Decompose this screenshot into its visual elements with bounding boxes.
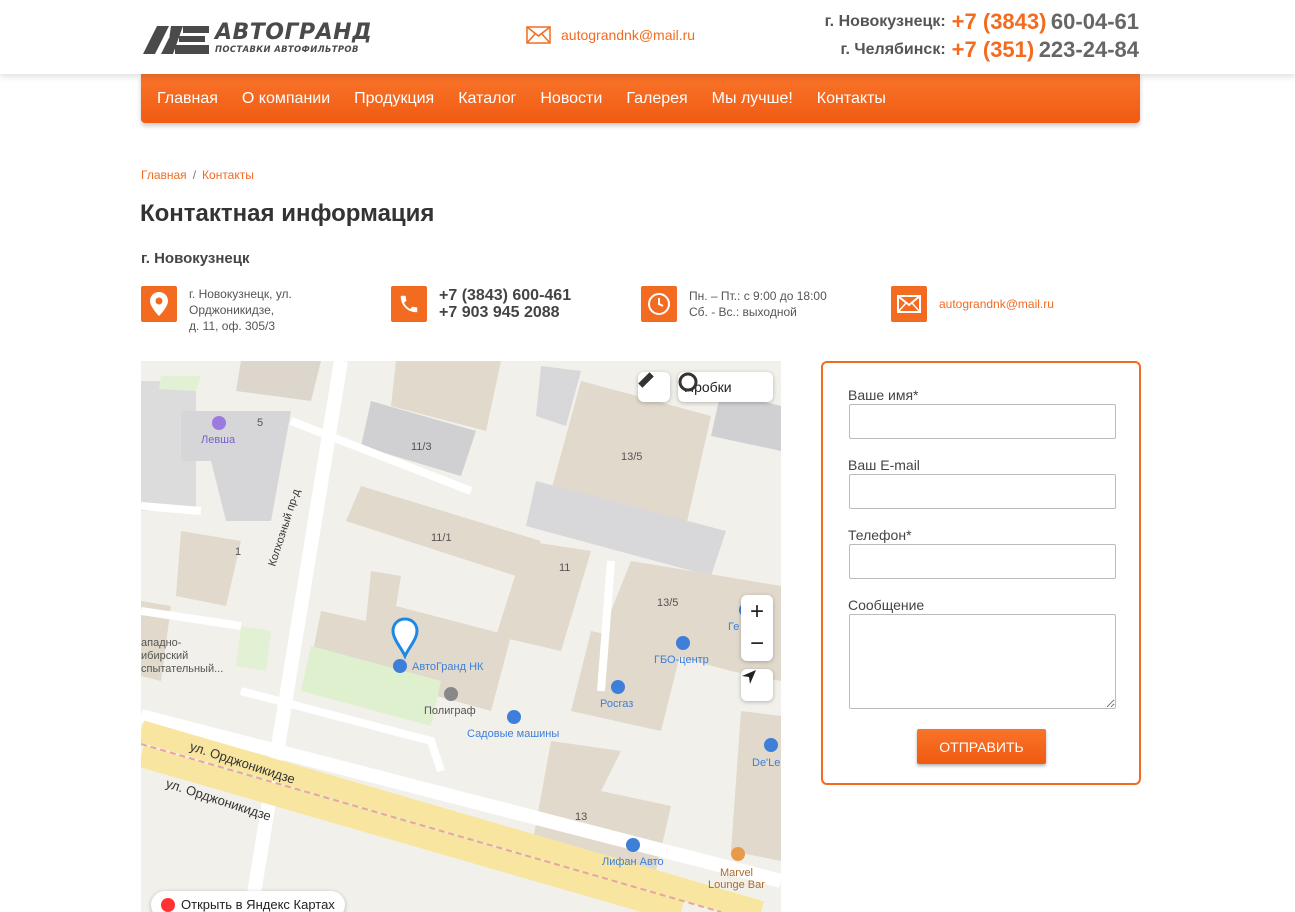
yandex-maps-icon <box>161 898 175 912</box>
header-phone-chelyabinsk[interactable]: г. Челябинск: +7 (351) 223-24-84 <box>825 36 1139 64</box>
name-label: Ваше имя* <box>848 387 919 403</box>
svg-text:1: 1 <box>235 546 241 558</box>
map-poi-label: Полиграф <box>424 705 476 717</box>
map[interactable]: 5 11/3 13/5 11/1 11 13/5 1 13 Колхозный … <box>141 361 781 912</box>
map-poi-label: Росгаз <box>600 698 633 710</box>
envelope-icon <box>891 286 927 322</box>
zoom-out-button[interactable]: − <box>750 628 764 660</box>
map-poi-label: Лифан Авто <box>602 856 664 868</box>
open-in-yandex-label: Открыть в Яндекс Картах <box>181 897 335 912</box>
clock-icon <box>641 286 677 322</box>
map-poi-label: Левша <box>201 434 236 446</box>
map-traffic-button[interactable]: Пробки <box>678 372 773 402</box>
contact-phone[interactable]: +7 (3843) 600-461 <box>439 287 571 304</box>
map-poi-label: ападно- <box>141 637 182 649</box>
map-ruler-button[interactable] <box>638 372 670 402</box>
contact-phones: +7 (3843) 600-461 +7 903 945 2088 <box>391 286 571 322</box>
svg-text:11/1: 11/1 <box>431 532 452 544</box>
main-nav: Главная О компании Продукция Каталог Нов… <box>141 74 1140 123</box>
breadcrumb: Главная / Контакты <box>141 168 254 182</box>
email-input[interactable] <box>849 474 1116 509</box>
nav-item-gallery[interactable]: Галерея <box>626 90 687 108</box>
logo[interactable]: АВТОГРАНД ПОСТАВКИ АВТОФИЛЬТРОВ <box>143 22 383 56</box>
envelope-icon <box>526 26 551 44</box>
logo-mark-icon <box>143 26 209 54</box>
open-in-yandex-maps[interactable]: Открыть в Яндекс Картах <box>151 891 345 912</box>
feedback-form: Ваше имя* Ваш E-mail Телефон* Сообщение … <box>821 361 1141 785</box>
phone-city: г. Новокузнецк: <box>824 13 946 30</box>
map-canvas[interactable]: 5 11/3 13/5 11/1 11 13/5 1 13 Колхозный … <box>141 361 781 912</box>
name-input[interactable] <box>849 404 1116 439</box>
nav-item-contacts[interactable]: Контакты <box>817 90 886 108</box>
map-poi-label: спытательный... <box>141 663 223 675</box>
logo-subtitle: ПОСТАВКИ АВТОФИЛЬТРОВ <box>215 44 359 54</box>
contact-address: г. Новокузнецк, ул. Орджоникидзе, д. 11,… <box>141 286 292 334</box>
svg-text:13/5: 13/5 <box>657 597 678 609</box>
message-label: Сообщение <box>848 597 925 613</box>
map-poi-label: De'Le <box>752 757 780 769</box>
breadcrumb-home[interactable]: Главная <box>141 168 187 182</box>
phone-city: г. Челябинск: <box>840 41 946 58</box>
map-geolocation-button[interactable] <box>741 669 773 701</box>
address-line: г. Новокузнецк, ул. <box>189 287 292 301</box>
svg-text:5: 5 <box>257 417 263 429</box>
breadcrumb-separator: / <box>192 168 197 182</box>
header-email-text: autograndnk@mail.ru <box>561 27 696 43</box>
phone-icon <box>391 286 427 322</box>
submit-button[interactable]: ОТПРАВИТЬ <box>917 729 1046 764</box>
phone-number: 223-24-84 <box>1038 37 1139 62</box>
zoom-in-button[interactable]: + <box>750 596 764 628</box>
ruler-icon <box>638 372 654 388</box>
map-poi-label: Marvel <box>720 867 753 879</box>
phone-input[interactable] <box>849 544 1116 579</box>
phone-code: +7 (3843) <box>951 9 1047 34</box>
contact-email-link[interactable]: autograndnk@mail.ru <box>939 286 1054 322</box>
nav-item-news[interactable]: Новости <box>540 90 602 108</box>
phone-code: +7 (351) <box>951 37 1035 62</box>
svg-text:13/5: 13/5 <box>621 451 642 463</box>
nav-item-products[interactable]: Продукция <box>354 90 434 108</box>
page-title: Контактная информация <box>140 200 435 227</box>
header-phone-novokuznetsk[interactable]: г. Новокузнецк: +7 (3843) 60-04-61 <box>825 8 1139 36</box>
traffic-icon <box>678 372 698 392</box>
nav-item-home[interactable]: Главная <box>157 90 218 108</box>
navigation-arrow-icon <box>742 670 756 684</box>
email-label: Ваш E-mail <box>848 457 920 473</box>
logo-title: АВТОГРАНД <box>215 20 373 45</box>
phone-label: Телефон* <box>848 527 912 543</box>
svg-text:11: 11 <box>559 562 570 574</box>
hours-line: Сб. - Вс.: выходной <box>689 305 797 319</box>
map-poi-label: АвтоГранд НК <box>412 661 484 673</box>
breadcrumb-current: Контакты <box>202 168 254 182</box>
svg-text:13: 13 <box>575 811 587 823</box>
map-poi-label: Садовые машины <box>467 728 559 740</box>
site-header: АВТОГРАНД ПОСТАВКИ АВТОФИЛЬТРОВ autogran… <box>0 0 1295 74</box>
map-zoom-control: + − <box>741 595 773 661</box>
svg-text:11/3: 11/3 <box>411 441 432 453</box>
nav-item-about[interactable]: О компании <box>242 90 330 108</box>
address-line: д. 11, оф. 305/3 <box>189 319 276 333</box>
header-email-link[interactable]: autograndnk@mail.ru <box>526 26 695 44</box>
location-pin-icon <box>141 286 177 322</box>
map-poi-label: Lounge Bar <box>708 879 765 891</box>
contact-email: autograndnk@mail.ru <box>891 286 1054 322</box>
contact-phone[interactable]: +7 903 945 2088 <box>439 304 571 321</box>
phone-number: 60-04-61 <box>1050 9 1139 34</box>
hours-line: Пн. – Пт.: с 9:00 до 18:00 <box>689 289 827 303</box>
nav-item-catalog[interactable]: Каталог <box>458 90 516 108</box>
map-poi-label: ГБО-центр <box>654 654 709 666</box>
message-textarea[interactable] <box>849 614 1116 709</box>
map-poi-label: Ге <box>728 621 739 633</box>
contact-hours: Пн. – Пт.: с 9:00 до 18:00 Сб. - Вс.: вы… <box>641 286 827 322</box>
city-heading: г. Новокузнецк <box>141 250 250 267</box>
header-phones: г. Новокузнецк: +7 (3843) 60-04-61 г. Чел… <box>825 8 1139 64</box>
nav-item-better[interactable]: Мы лучше! <box>712 90 793 108</box>
address-line: Орджоникидзе, <box>189 303 275 317</box>
map-poi-label: ибирский <box>141 650 188 662</box>
